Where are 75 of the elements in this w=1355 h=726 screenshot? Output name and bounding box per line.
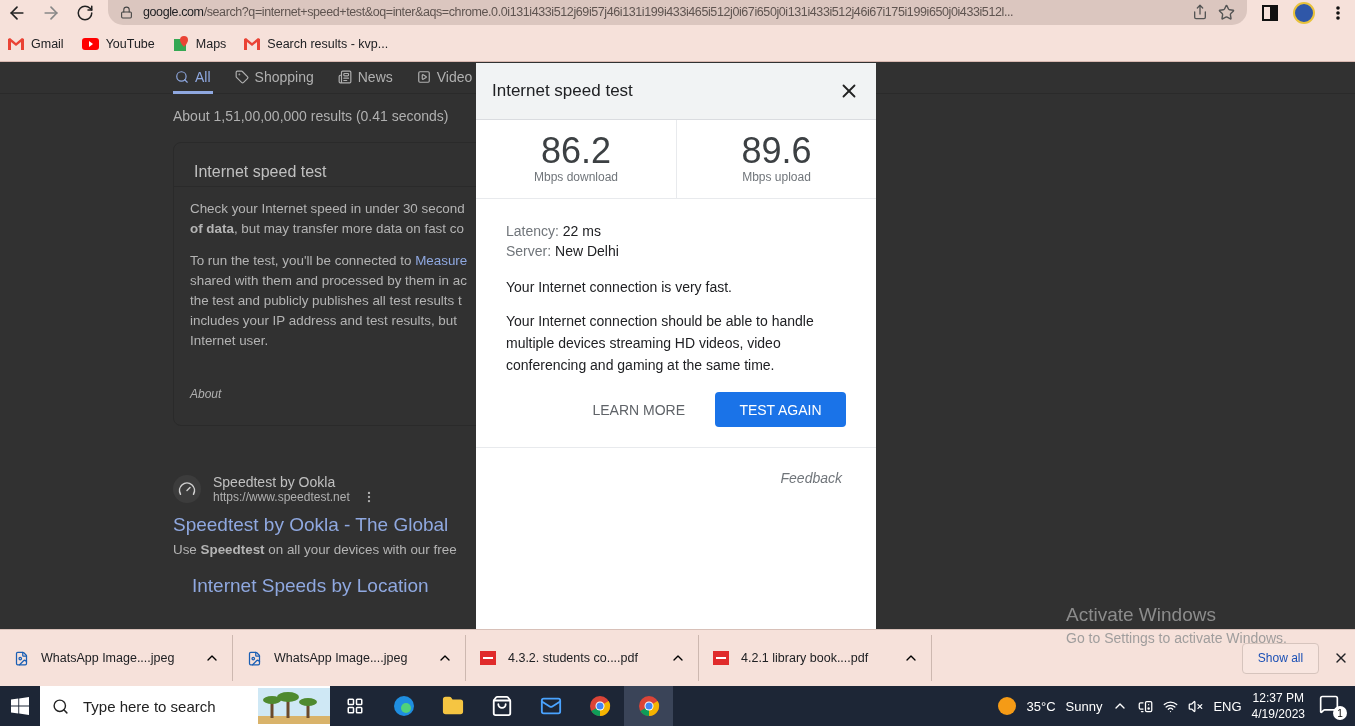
bookmark-link[interactable]: Search results - kvp... bbox=[244, 36, 389, 51]
side-panel-button[interactable] bbox=[1259, 2, 1281, 24]
detail-label: Latency: bbox=[506, 223, 559, 239]
language-indicator[interactable]: ENG bbox=[1213, 698, 1242, 714]
lock-icon bbox=[120, 5, 133, 19]
text-line: Check your Internet speed in under 30 second bbox=[190, 200, 465, 218]
result-snippet: Use Speedtest on all your devices with our free bbox=[173, 542, 457, 557]
taskbar-search-bar[interactable]: Type here to search bbox=[40, 686, 330, 726]
search-tab[interactable]: All bbox=[173, 62, 213, 94]
learn-more-button[interactable]: LEARN MORE bbox=[586, 400, 691, 419]
activation-title: Activate Windows bbox=[1066, 604, 1217, 626]
detail-value: New Delhi bbox=[555, 243, 619, 259]
play-icon bbox=[416, 69, 431, 84]
site-name: Speedtest by Ookla bbox=[213, 474, 337, 490]
play-icon bbox=[81, 37, 99, 50]
download-filename[interactable]: 4.2.1 library book....pdf bbox=[741, 651, 891, 665]
dialog-title: Internet speed test bbox=[492, 81, 633, 101]
search-tab[interactable]: News bbox=[335, 62, 395, 94]
show-all-button[interactable]: Show all bbox=[1242, 642, 1319, 674]
mail-icon bbox=[8, 37, 24, 50]
search-icon bbox=[52, 697, 69, 715]
download-filename[interactable]: WhatsApp Image....jpeg bbox=[274, 651, 425, 665]
pdf-file-icon bbox=[480, 651, 496, 665]
device-icon[interactable] bbox=[1138, 698, 1154, 714]
speed-summary: Your Internet connection is very fast. bbox=[506, 278, 733, 297]
text-line: Internet user. bbox=[190, 332, 269, 350]
image-file-icon bbox=[14, 650, 29, 666]
download-filename[interactable]: 4.3.2. students co....pdf bbox=[508, 651, 658, 665]
windows-logo-icon bbox=[11, 697, 29, 715]
profile-avatar[interactable] bbox=[1293, 2, 1315, 24]
text-line: To run the test, you'll be connected to bbox=[190, 253, 413, 268]
menu-icon bbox=[1336, 6, 1340, 20]
mail-icon bbox=[244, 37, 261, 50]
muted-speaker-icon[interactable] bbox=[1188, 698, 1204, 714]
text-line: shared with them and processed by them in ac bbox=[190, 272, 467, 290]
speed-value: 89.6 bbox=[741, 132, 812, 170]
weather-label: Sunny bbox=[1065, 698, 1103, 714]
result-title-link[interactable]: Speedtest by Ookla - The Global bbox=[173, 514, 449, 536]
feedback-link[interactable]: Feedback bbox=[780, 470, 842, 486]
search-icon bbox=[175, 69, 189, 84]
bookmark-link[interactable]: YouTube bbox=[81, 36, 155, 51]
map-pin-icon bbox=[172, 35, 189, 52]
clock[interactable]: 12:37 PM 4/19/2023 bbox=[1251, 690, 1305, 722]
search-tab[interactable]: Shopping bbox=[232, 62, 316, 94]
download-filename[interactable]: WhatsApp Image....jpeg bbox=[41, 651, 192, 665]
sun-icon bbox=[996, 696, 1017, 716]
sitelink[interactable]: Internet Speeds by Location bbox=[192, 575, 429, 597]
gauge-icon bbox=[173, 475, 201, 503]
chrome-icon[interactable] bbox=[624, 686, 673, 726]
bookmark-link[interactable]: Maps bbox=[172, 35, 227, 52]
image-file-icon bbox=[247, 650, 262, 666]
network-icon[interactable] bbox=[1163, 698, 1179, 714]
speed-description: Your Internet connection should be able to handle multiple devices streaming HD videos, video conferencing and gaming at the same time. bbox=[506, 312, 815, 375]
bookmark-link[interactable]: Gmail bbox=[8, 36, 64, 51]
detail-value: 22 ms bbox=[562, 223, 601, 239]
detail-label: Server: bbox=[506, 243, 552, 259]
tag-icon bbox=[234, 69, 249, 84]
text-link[interactable]: Measure bbox=[415, 253, 468, 268]
landscape-drawing bbox=[258, 688, 330, 724]
search-tab[interactable]: Video bbox=[414, 62, 475, 94]
text-line: of data, but may transfer more data on fast co bbox=[190, 220, 464, 238]
address-bar[interactable]: google.com/search?q=internet+speed+test&oq=inter&aqs=chrome.0.0i131i433i512j69i57j46i131i199i433i465i512j0i67i650j0i131i433i512j46i67i175i199i650j0i433i512l... bbox=[108, 0, 1247, 25]
share-icon[interactable] bbox=[1192, 4, 1208, 20]
pdf-file-icon bbox=[713, 651, 729, 665]
text-line: includes your IP address and test results, but bbox=[190, 312, 457, 330]
speed-label: Mbps upload bbox=[742, 170, 811, 184]
notifications-button[interactable]: 1 bbox=[1315, 692, 1347, 720]
site-url: https://www.speedtest.net bbox=[213, 490, 350, 504]
temperature: 35°C bbox=[1026, 698, 1056, 714]
results-count: About 1,51,00,00,000 results (0.41 seconds) bbox=[173, 108, 449, 124]
about-label: About bbox=[190, 387, 222, 401]
text-line: the test and publicly publishes all test results t bbox=[190, 292, 462, 310]
bookmark-star-icon[interactable] bbox=[1218, 3, 1235, 21]
test-again-button[interactable]: TEST AGAIN bbox=[715, 392, 846, 427]
newspaper-icon bbox=[337, 69, 352, 84]
